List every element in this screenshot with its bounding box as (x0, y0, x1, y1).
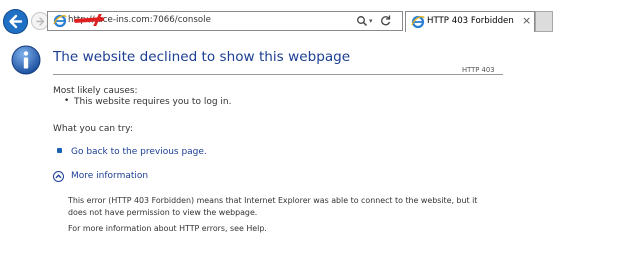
error-description: This error (HTTP 403 Forbidden) means th… (68, 196, 478, 217)
new-tab-button[interactable] (535, 11, 553, 32)
search-icon[interactable] (356, 15, 368, 27)
tab-active[interactable]: HTTP 403 Forbidden × (405, 11, 535, 32)
internet-explorer-icon (53, 14, 67, 28)
expand-chevron-icon (53, 171, 64, 182)
internet-explorer-icon (411, 15, 425, 29)
back-arrow-icon (9, 14, 23, 29)
divider (53, 74, 503, 75)
address-bar[interactable]: http:// ace-ins.com:7066/console ▾ (47, 11, 403, 31)
info-icon (11, 45, 41, 75)
go-back-link[interactable]: Go back to the previous page. (71, 147, 207, 157)
close-icon[interactable]: × (522, 14, 531, 27)
chevron-down-icon[interactable]: ▾ (369, 17, 373, 25)
tab-title: HTTP 403 Forbidden (427, 16, 514, 26)
refresh-icon[interactable] (379, 14, 392, 27)
list-item: This website requires you to log in. (74, 97, 232, 107)
more-information-label: More information (71, 171, 149, 181)
bullet-icon (57, 148, 62, 153)
browser-toolbar: http:// ace-ins.com:7066/console ▾ HTTP … (0, 0, 620, 44)
causes-heading: Most likely causes: (53, 86, 138, 96)
bullet: • (64, 96, 70, 106)
error-code: HTTP 403 (462, 66, 495, 74)
forward-arrow-icon (36, 17, 45, 26)
back-button[interactable] (3, 9, 28, 34)
help-text: For more information about HTTP errors, … (68, 224, 267, 233)
try-heading: What you can try: (53, 124, 133, 134)
page-title: The website declined to show this webpag… (53, 49, 351, 65)
